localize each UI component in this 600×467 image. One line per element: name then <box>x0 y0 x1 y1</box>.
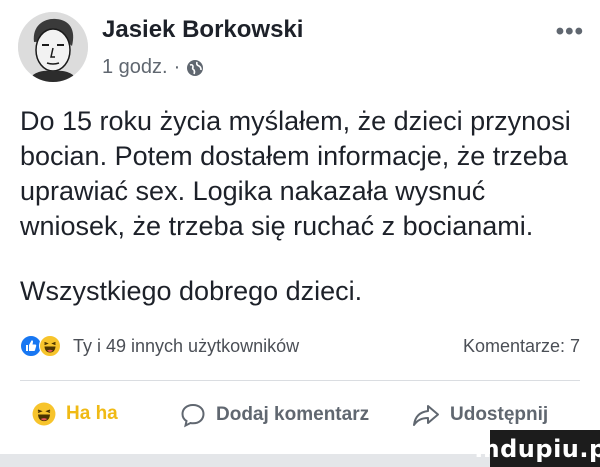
comment-button[interactable]: Dodaj komentarz <box>180 402 369 428</box>
avatar[interactable] <box>18 12 88 82</box>
post-paragraph: Do 15 roku życia myślałem, że dzieci prz… <box>20 106 571 241</box>
reactions-bar: Ty i 49 innych użytkowników Komentarze: … <box>20 332 580 360</box>
haha-reaction-icon <box>39 335 61 357</box>
watermark: mdupiu.pl <box>475 430 600 467</box>
haha-button[interactable]: Ha ha <box>32 402 118 426</box>
reaction-icons[interactable] <box>20 335 61 357</box>
share-label: Udostępnij <box>450 404 549 425</box>
haha-label: Ha ha <box>66 403 118 424</box>
post-header: Jasiek Borkowski 1 godz. · ••• <box>18 12 588 82</box>
globe-icon <box>186 59 204 77</box>
share-button[interactable]: Udostępnij <box>412 402 548 428</box>
share-icon <box>413 405 439 426</box>
post-body: Do 15 roku życia myślałem, że dzieci prz… <box>20 104 580 309</box>
post-meta: 1 godz. · <box>102 56 204 79</box>
profile-photo <box>18 12 88 82</box>
more-options-icon[interactable]: ••• <box>556 18 584 46</box>
comment-label: Dodaj komentarz <box>216 404 370 425</box>
comments-count[interactable]: Komentarze: 7 <box>463 336 580 357</box>
reactions-summary[interactable]: Ty i 49 innych użytkowników <box>73 336 299 357</box>
post-paragraph: Wszystkiego dobrego dzieci. <box>20 276 363 306</box>
haha-icon <box>32 402 56 426</box>
post-time[interactable]: 1 godz. <box>102 56 168 79</box>
author-name[interactable]: Jasiek Borkowski <box>102 16 303 44</box>
meta-separator: · <box>173 56 181 78</box>
divider <box>20 380 580 381</box>
comment-icon <box>181 403 205 428</box>
